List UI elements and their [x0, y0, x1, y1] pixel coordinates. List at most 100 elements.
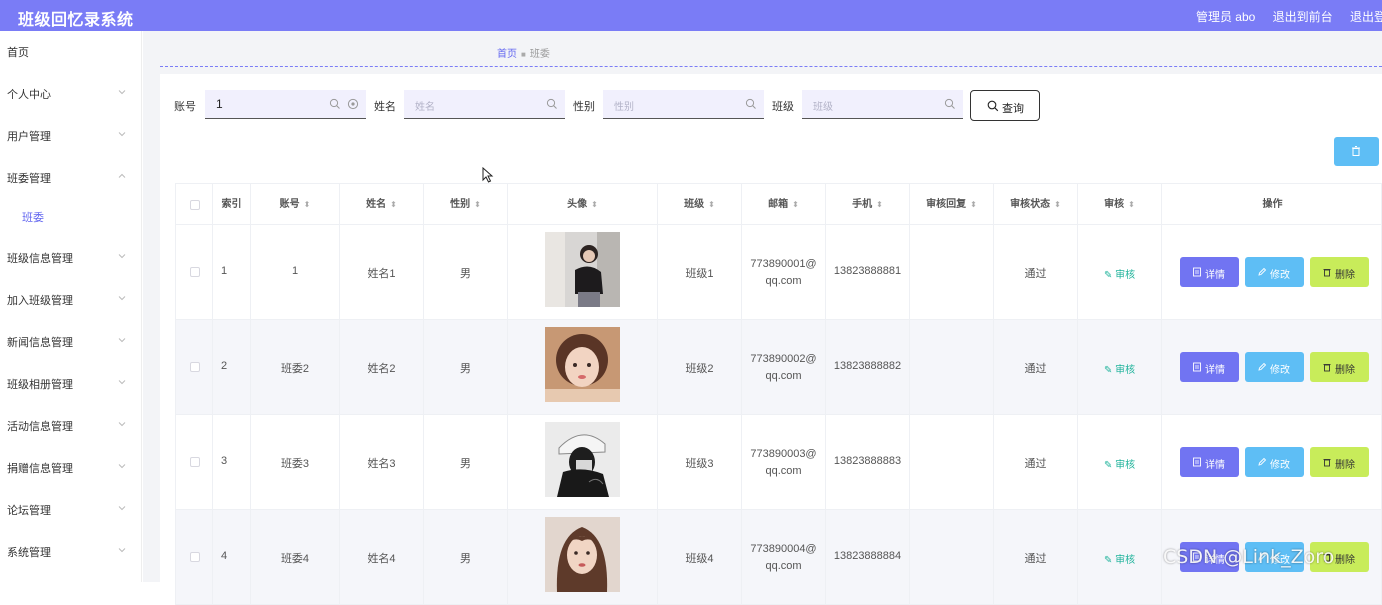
audit-label: 审核	[1115, 555, 1136, 566]
column-header-actions: 操作	[1162, 184, 1382, 226]
audit-link[interactable]: ✎ 审核	[1104, 456, 1135, 471]
sidebar-item-activity[interactable]: 活动信息管理	[0, 414, 142, 436]
sidebar-item-personal[interactable]: 个人中心	[0, 82, 142, 104]
detail-button[interactable]: 详情	[1180, 447, 1239, 477]
avatar-image[interactable]	[545, 232, 620, 307]
clear-icon[interactable]	[347, 98, 359, 110]
cell-text: 男	[460, 268, 471, 280]
sort-icon[interactable]: ⬍	[474, 184, 481, 226]
cell-class: 班级1	[658, 225, 742, 320]
header-select-all[interactable]	[176, 184, 213, 226]
avatar-image[interactable]	[545, 327, 620, 402]
row-checkbox[interactable]	[190, 362, 200, 372]
sidebar-item-class-info[interactable]: 班级信息管理	[0, 246, 142, 268]
cell-actions: 详情 修改 删除	[1162, 415, 1382, 510]
sidebar-item-committee-member[interactable]: 班委	[0, 205, 142, 227]
sidebar-item-forum[interactable]: 论坛管理	[0, 498, 142, 520]
sidebar-item-committee[interactable]: 班委管理	[0, 166, 142, 188]
edit-button[interactable]: 修改	[1245, 257, 1304, 287]
cell-name: 姓名4	[340, 510, 424, 605]
row-checkbox[interactable]	[190, 552, 200, 562]
detail-button[interactable]: 详情	[1180, 257, 1239, 287]
column-header-account[interactable]: 账号 ⬍	[251, 184, 340, 226]
audit-link[interactable]: ✎ 审核	[1104, 361, 1135, 376]
sidebar-item-system[interactable]: 系统管理	[0, 540, 142, 562]
cell-text: 通过	[1024, 363, 1047, 375]
gender-input[interactable]: 性别	[603, 90, 764, 119]
delete-button-label: 删除	[1335, 365, 1355, 376]
email-part: 773890003@	[750, 448, 817, 460]
sidebar-item-users[interactable]: 用户管理	[0, 124, 142, 146]
cell-text: 13823888884	[833, 550, 902, 562]
sort-icon[interactable]: ⬍	[876, 184, 883, 226]
sidebar-item-join-class[interactable]: 加入班级管理	[0, 288, 142, 310]
class-input[interactable]: 班级	[802, 90, 963, 119]
cell-text: 13823888882	[833, 360, 902, 372]
cell-reply	[910, 225, 994, 320]
pencil-icon	[1258, 267, 1267, 276]
detail-button[interactable]: 详情	[1180, 352, 1239, 382]
row-checkbox[interactable]	[190, 457, 200, 467]
account-input[interactable]: 1	[205, 90, 366, 119]
column-header-reply[interactable]: 审核回复 ⬍	[910, 184, 994, 226]
sidebar-item-label: 加入班级管理	[7, 295, 73, 307]
sidebar-item-label: 班级信息管理	[7, 253, 73, 265]
query-button[interactable]: 查询	[970, 90, 1040, 121]
column-header-phone[interactable]: 手机 ⬍	[826, 184, 910, 226]
cell-text: 姓名1	[367, 268, 396, 280]
top-header: 班级回忆录系统 管理员 abo 退出到前台 退出登录	[0, 0, 1382, 31]
sidebar-item-news[interactable]: 新闻信息管理	[0, 330, 142, 352]
column-header-status[interactable]: 审核状态 ⬍	[994, 184, 1078, 226]
cell-text: 姓名4	[367, 553, 396, 565]
sort-icon[interactable]: ⬍	[591, 184, 598, 226]
column-header-audit[interactable]: 审核 ⬍	[1078, 184, 1162, 226]
audit-link[interactable]: ✎ 审核	[1104, 551, 1135, 566]
sidebar-item-album[interactable]: 班级相册管理	[0, 372, 142, 394]
delete-button-label: 删除	[1335, 555, 1355, 566]
cell-phone: 13823888884	[826, 510, 910, 605]
sidebar-item-label: 活动信息管理	[7, 421, 73, 433]
sort-icon[interactable]: ⬍	[390, 184, 397, 226]
column-header-class[interactable]: 班级 ⬍	[658, 184, 742, 226]
bulk-delete-button[interactable]	[1334, 137, 1379, 166]
cell-text: 773890002@ qq.com	[742, 351, 825, 385]
avatar-image[interactable]	[545, 517, 620, 592]
row-checkbox[interactable]	[190, 267, 200, 277]
chevron-down-icon	[118, 548, 126, 553]
sidebar-item-label: 用户管理	[7, 131, 51, 143]
cell-account: 班委2	[251, 320, 340, 415]
breadcrumb-home[interactable]: 首页	[497, 49, 517, 60]
edit-button[interactable]: 修改	[1245, 352, 1304, 382]
column-header-email[interactable]: 邮箱 ⬍	[742, 184, 826, 226]
delete-button[interactable]: 删除	[1310, 257, 1369, 287]
column-header-name[interactable]: 姓名 ⬍	[340, 184, 424, 226]
cell-select	[176, 225, 213, 320]
column-header-label: 账号	[279, 199, 300, 210]
sort-icon[interactable]: ⬍	[792, 184, 799, 226]
sort-icon[interactable]: ⬍	[304, 184, 311, 226]
avatar-image[interactable]	[545, 422, 620, 497]
sidebar-item-home[interactable]: 首页	[0, 40, 142, 62]
delete-button[interactable]: 删除	[1310, 447, 1369, 477]
edit-button-label: 修改	[1270, 460, 1290, 471]
edit-button[interactable]: 修改	[1245, 447, 1304, 477]
name-input[interactable]: 姓名	[404, 90, 565, 119]
cell-text: 男	[460, 553, 471, 565]
column-header-avatar[interactable]: 头像 ⬍	[508, 184, 658, 226]
sidebar-item-donation[interactable]: 捐赠信息管理	[0, 456, 142, 478]
front-link[interactable]: 退出到前台	[1273, 10, 1333, 24]
select-all-checkbox[interactable]	[190, 200, 200, 210]
sort-icon[interactable]: ⬍	[1054, 184, 1061, 226]
column-header-gender[interactable]: 性别 ⬍	[424, 184, 508, 226]
edit-icon: ✎	[1104, 270, 1116, 281]
delete-button[interactable]: 删除	[1310, 352, 1369, 382]
breadcrumb: 首页 ■ 班委	[497, 45, 550, 60]
sort-icon[interactable]: ⬍	[1128, 184, 1135, 226]
trash-icon	[1323, 269, 1331, 277]
sort-icon[interactable]: ⬍	[970, 184, 977, 226]
audit-link[interactable]: ✎ 审核	[1104, 266, 1135, 281]
cell-text: 773890004@ qq.com	[742, 541, 825, 575]
sort-icon[interactable]: ⬍	[708, 184, 715, 226]
logout-link[interactable]: 退出登录	[1350, 8, 1382, 25]
cell-actions: 详情 修改 删除	[1162, 225, 1382, 320]
